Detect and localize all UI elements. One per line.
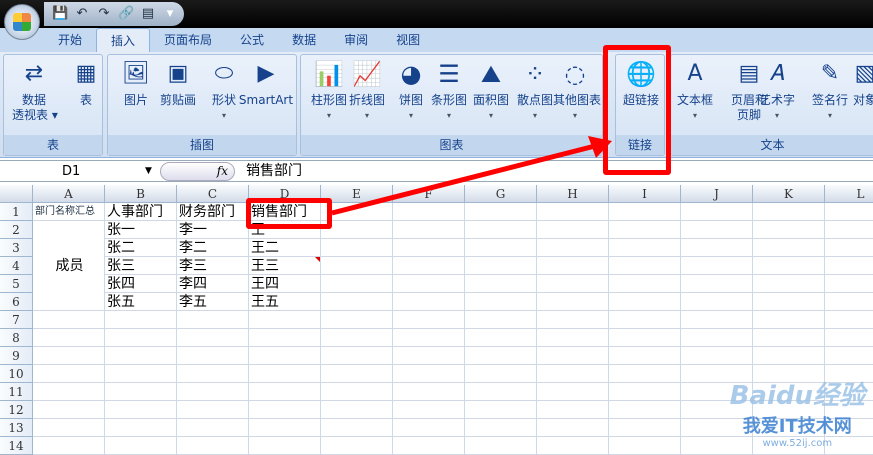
office-button[interactable] <box>4 4 40 40</box>
watermark-site: 我爱IT技术网 <box>742 416 852 437</box>
office-logo-icon <box>13 13 31 31</box>
watermark-brand: Baidu经验 <box>729 381 865 411</box>
watermark-url: www.52ij.com <box>762 438 833 449</box>
watermark: Baidu经验 我爱IT技术网 www.52ij.com <box>730 375 865 449</box>
